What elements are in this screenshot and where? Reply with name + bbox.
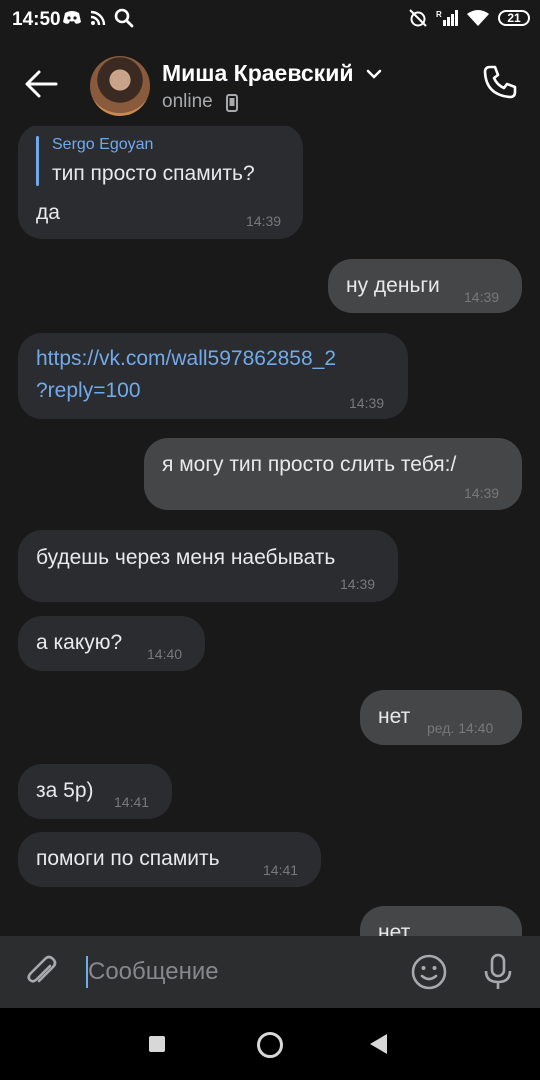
message-text: ну деньги bbox=[346, 274, 440, 297]
message-text: будешь через меня наебывать bbox=[36, 546, 336, 569]
message-link[interactable]: https://vk.com/wall597862858_2 bbox=[36, 347, 336, 371]
message-time: 14:41 bbox=[114, 794, 150, 810]
message-list[interactable]: Sergo Egoyan тип просто спамить? да 14:3… bbox=[0, 126, 540, 936]
back-arrow-icon[interactable] bbox=[22, 68, 62, 100]
status-left-icons bbox=[62, 8, 134, 28]
message-out[interactable]: я могу тип просто слить тебя:/ 14:39 bbox=[144, 438, 522, 510]
mic-icon[interactable] bbox=[482, 952, 514, 992]
message-in[interactable]: помоги по спамить 14:41 bbox=[18, 832, 321, 887]
message-text: нет bbox=[378, 705, 411, 728]
message-text: я могу тип просто слить тебя:/ bbox=[162, 453, 457, 476]
search-icon bbox=[114, 8, 134, 28]
composer bbox=[0, 936, 540, 1008]
home-button[interactable] bbox=[257, 1032, 283, 1058]
message-text: помоги по спамить bbox=[36, 847, 220, 870]
message-text: да bbox=[36, 201, 60, 224]
status-bar: 14:50 R 21 bbox=[0, 0, 540, 40]
avatar[interactable] bbox=[90, 56, 150, 116]
message-out[interactable]: нет ред. 14:40 bbox=[360, 690, 522, 745]
chevron-down-icon[interactable] bbox=[366, 68, 382, 80]
reply-author[interactable]: Sergo Egoyan bbox=[52, 136, 153, 154]
back-button[interactable] bbox=[370, 1034, 387, 1054]
message-time: 14:39 bbox=[246, 213, 282, 229]
mobile-phone-icon bbox=[226, 94, 238, 112]
svg-text:R: R bbox=[436, 10, 442, 19]
message-time: 14:39 bbox=[464, 289, 500, 305]
message-in[interactable]: https://vk.com/wall597862858_2 ?reply=10… bbox=[18, 333, 408, 419]
contact-name[interactable]: Миша Краевский bbox=[162, 60, 353, 87]
reply-bar bbox=[36, 136, 39, 186]
message-time: 14:39 bbox=[464, 485, 500, 501]
rss-icon bbox=[90, 10, 106, 26]
message-in[interactable]: а какую? 14:40 bbox=[18, 616, 205, 671]
status-time: 14:50 bbox=[12, 9, 61, 30]
call-icon[interactable] bbox=[482, 64, 518, 100]
chat-header: Миша Краевский online bbox=[0, 40, 540, 126]
contact-status: online bbox=[162, 91, 213, 112]
message-time: 14:41 bbox=[263, 862, 299, 878]
message-link-continued[interactable]: ?reply=100 bbox=[36, 379, 141, 403]
message-in[interactable]: будешь через меня наебывать 14:39 bbox=[18, 530, 398, 602]
message-in[interactable]: Sergo Egoyan тип просто спамить? да 14:3… bbox=[18, 126, 303, 239]
message-time: 14:40 bbox=[147, 646, 183, 662]
attach-icon[interactable] bbox=[24, 952, 60, 992]
signal-icon: R bbox=[436, 10, 458, 26]
battery-indicator: 21 bbox=[498, 10, 530, 26]
wifi-icon bbox=[467, 10, 489, 26]
message-in[interactable]: за 5р) 14:41 bbox=[18, 764, 172, 819]
message-time-edited: ред. 14:40 bbox=[427, 720, 494, 736]
message-out[interactable]: нет bbox=[360, 906, 522, 936]
message-text: за 5р) bbox=[36, 779, 94, 802]
message-out[interactable]: ну деньги 14:39 bbox=[328, 259, 522, 313]
message-time: 14:39 bbox=[349, 395, 385, 411]
smile-icon[interactable] bbox=[410, 953, 448, 991]
message-time: 14:39 bbox=[340, 576, 376, 592]
message-text: нет bbox=[378, 921, 411, 936]
recents-button[interactable] bbox=[149, 1036, 165, 1052]
reply-text: тип просто спамить? bbox=[52, 162, 255, 185]
status-right-icons: R 21 bbox=[408, 8, 530, 28]
discord-icon bbox=[63, 11, 81, 24]
alarm-off-icon bbox=[409, 9, 427, 27]
message-input[interactable] bbox=[88, 954, 388, 990]
system-nav-bar bbox=[0, 1008, 540, 1080]
message-text: а какую? bbox=[36, 631, 123, 654]
